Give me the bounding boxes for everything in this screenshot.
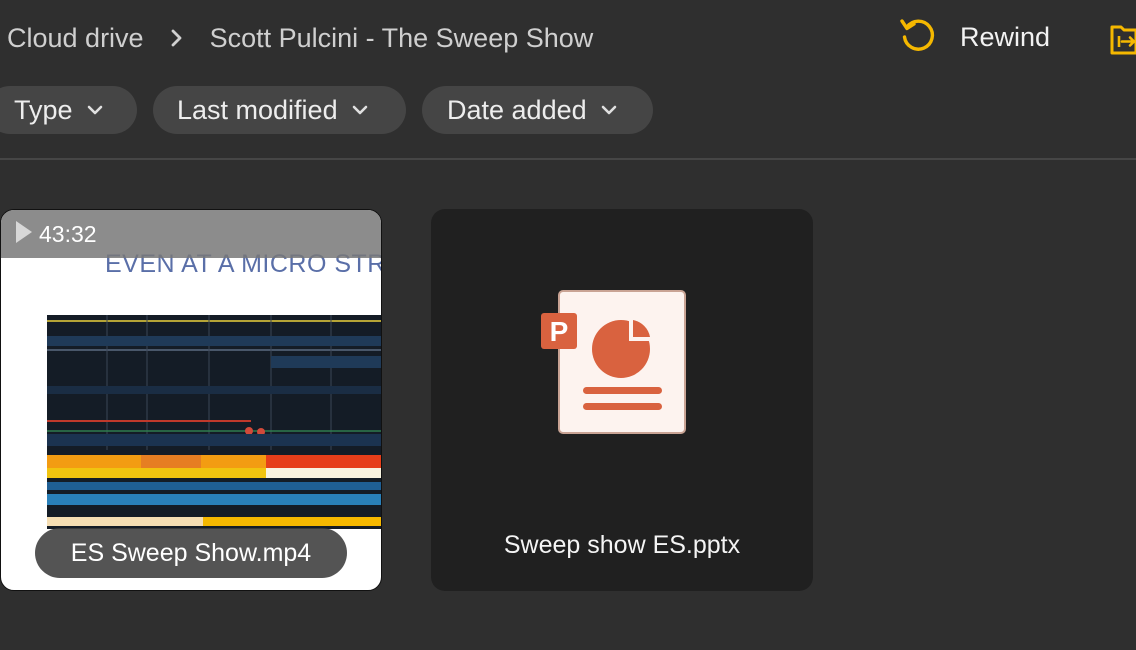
- file-card-pptx[interactable]: P Sweep show ES.pptx: [431, 209, 813, 591]
- breadcrumb-cloud-drive[interactable]: Cloud drive: [7, 23, 144, 54]
- rewind-label: Rewind: [960, 21, 1051, 52]
- powerpoint-file-icon: P: [539, 289, 689, 444]
- file-name: ES Sweep Show.mp4: [35, 528, 347, 578]
- chevron-down-icon: [352, 105, 368, 115]
- file-name: Sweep show ES.pptx: [503, 531, 741, 559]
- filter-type-label: Type: [14, 94, 73, 125]
- file-card-video[interactable]: EVEN AT A MICRO STR 43:32 ES Sweep Show.…: [0, 209, 382, 591]
- filter-date-added[interactable]: Date added: [422, 86, 653, 134]
- breadcrumb-current-folder[interactable]: Scott Pulcini - The Sweep Show: [210, 23, 594, 54]
- filter-last-modified-label: Last modified: [177, 94, 338, 125]
- filter-type[interactable]: Type: [0, 86, 137, 134]
- video-duration-bar: 43:32: [1, 210, 381, 258]
- chevron-down-icon: [87, 105, 103, 115]
- filter-last-modified[interactable]: Last modified: [153, 86, 406, 134]
- filter-date-added-label: Date added: [447, 94, 587, 125]
- play-icon: [15, 220, 33, 249]
- powerpoint-badge-letter: P: [550, 316, 569, 347]
- chevron-right-icon: [170, 29, 184, 47]
- divider: [0, 158, 1136, 160]
- folder-link-button[interactable]: [1110, 20, 1136, 56]
- chevron-down-icon: [601, 105, 617, 115]
- folder-link-icon: [1110, 25, 1136, 60]
- breadcrumb: Cloud drive Scott Pulcini - The Sweep Sh…: [7, 18, 593, 58]
- cloud-drive-folder-view: Cloud drive Scott Pulcini - The Sweep Sh…: [0, 0, 1136, 650]
- rewind-icon: [898, 15, 938, 60]
- rewind-button[interactable]: Rewind: [898, 16, 1050, 58]
- video-duration: 43:32: [39, 220, 97, 247]
